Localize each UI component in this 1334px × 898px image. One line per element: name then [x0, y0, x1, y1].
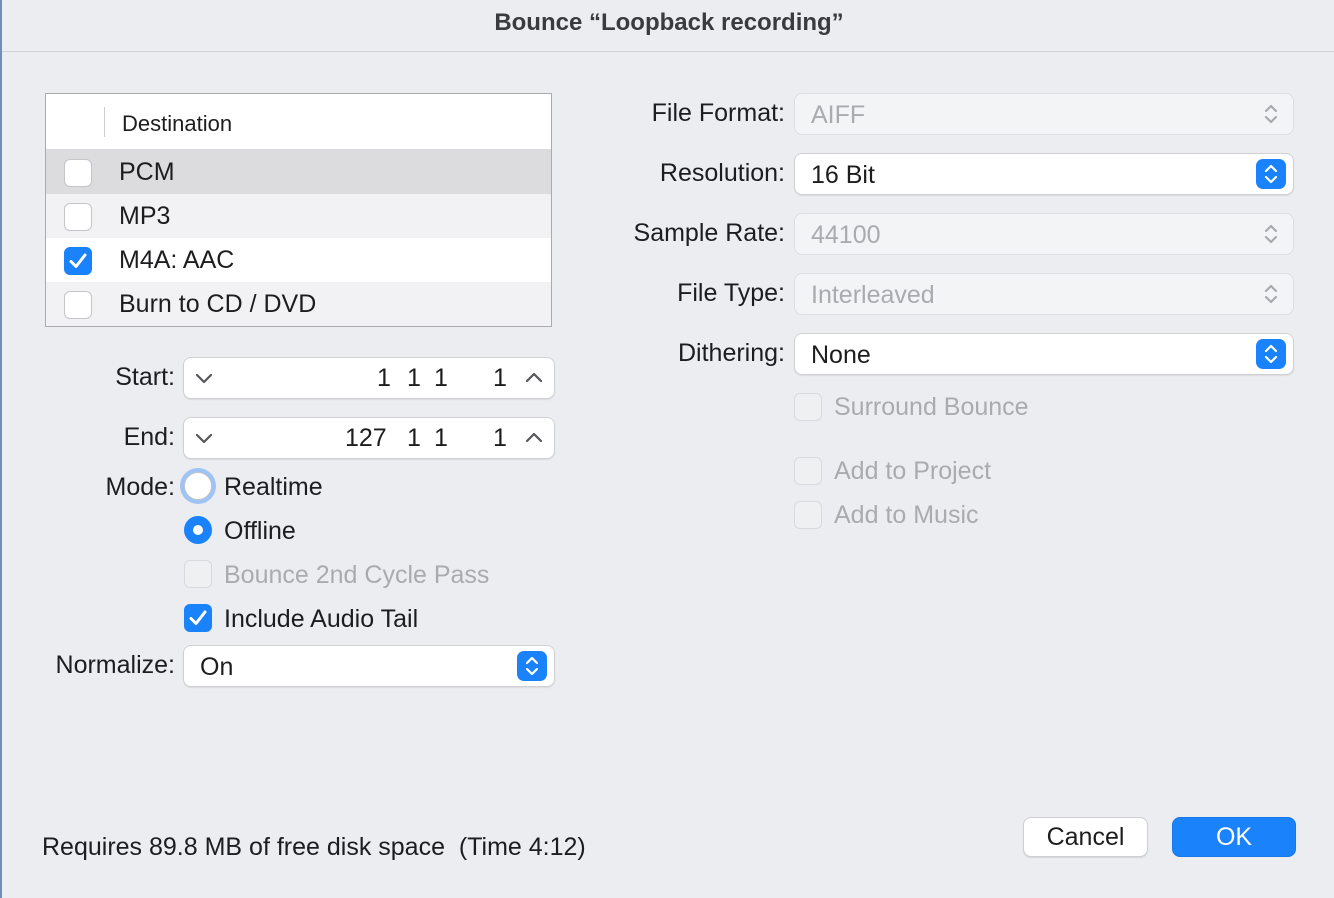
- popup-arrows-icon: [1256, 159, 1286, 189]
- end-label: End:: [123, 423, 175, 451]
- radio-dot: [193, 525, 203, 535]
- dithering-popup[interactable]: None: [794, 333, 1294, 375]
- start-beat[interactable]: 1: [407, 364, 421, 393]
- destination-row-mp3[interactable]: MP3: [46, 194, 551, 238]
- realtime-radio[interactable]: [184, 472, 212, 500]
- destination-row-pcm[interactable]: PCM: [46, 150, 551, 194]
- popup-arrows-icon: [1256, 339, 1286, 369]
- sample-rate-value: 44100: [811, 221, 881, 249]
- cancel-button[interactable]: Cancel: [1023, 817, 1148, 857]
- normalize-value: On: [200, 653, 234, 681]
- file-format-label: File Format:: [651, 99, 785, 127]
- pcm-checkbox[interactable]: [64, 159, 92, 187]
- file-type-value: Interleaved: [811, 281, 935, 309]
- start-bar[interactable]: 1: [377, 364, 391, 393]
- resolution-popup[interactable]: 16 Bit: [794, 153, 1294, 195]
- destination-row-burn[interactable]: Burn to CD / DVD: [46, 282, 551, 326]
- destination-table: Destination PCM MP3 M4A: AAC Burn to CD …: [45, 93, 552, 327]
- start-tick[interactable]: 1: [493, 364, 507, 393]
- dithering-value: None: [811, 341, 871, 369]
- dithering-label: Dithering:: [678, 339, 785, 367]
- include-audio-tail-checkbox[interactable]: [184, 604, 212, 632]
- end-beat[interactable]: 1: [407, 424, 421, 453]
- bounce-dialog: Bounce “Loopback recording” Destination …: [0, 0, 1334, 898]
- sample-rate-label: Sample Rate:: [633, 219, 785, 247]
- checkmark-icon: [189, 610, 207, 625]
- resolution-label: Resolution:: [659, 159, 785, 187]
- bounce-2nd-cycle-label[interactable]: Bounce 2nd Cycle Pass: [224, 561, 489, 590]
- popup-arrows-icon: [517, 651, 547, 681]
- popup-arrows-icon: [1256, 99, 1286, 129]
- checkmark-icon: [69, 253, 87, 268]
- file-format-popup[interactable]: AIFF: [794, 93, 1294, 135]
- end-tick[interactable]: 1: [493, 424, 507, 453]
- ok-button[interactable]: OK: [1172, 817, 1296, 857]
- destination-label: M4A: AAC: [119, 246, 235, 274]
- add-to-project-checkbox[interactable]: [794, 457, 822, 485]
- offline-radio[interactable]: [184, 516, 212, 544]
- end-position-field[interactable]: 127 1 1 1: [183, 417, 555, 459]
- chevron-up-icon[interactable]: [522, 366, 546, 390]
- destination-column-header[interactable]: Destination: [122, 111, 232, 137]
- resolution-value: 16 Bit: [811, 161, 875, 189]
- include-audio-tail-label[interactable]: Include Audio Tail: [224, 605, 418, 634]
- add-to-music-label[interactable]: Add to Music: [834, 501, 979, 530]
- realtime-label[interactable]: Realtime: [224, 473, 323, 502]
- title-bar: Bounce “Loopback recording”: [2, 0, 1334, 52]
- destination-table-header: Destination: [46, 94, 551, 150]
- destination-label: Burn to CD / DVD: [119, 290, 317, 318]
- popup-arrows-icon: [1256, 219, 1286, 249]
- end-bar[interactable]: 127: [345, 424, 387, 453]
- popup-arrows-icon: [1256, 279, 1286, 309]
- destination-label: PCM: [119, 158, 175, 186]
- window-title: Bounce “Loopback recording”: [494, 9, 844, 36]
- destination-row-m4a[interactable]: M4A: AAC: [46, 238, 551, 282]
- file-type-label: File Type:: [677, 279, 785, 307]
- file-type-popup[interactable]: Interleaved: [794, 273, 1294, 315]
- disk-space-info: Requires 89.8 MB of free disk space (Tim…: [42, 833, 586, 861]
- sample-rate-popup[interactable]: 44100: [794, 213, 1294, 255]
- normalize-label: Normalize:: [55, 651, 175, 679]
- surround-bounce-label[interactable]: Surround Bounce: [834, 393, 1029, 422]
- start-label: Start:: [115, 363, 175, 391]
- add-to-music-checkbox[interactable]: [794, 501, 822, 529]
- normalize-popup[interactable]: On: [183, 645, 555, 687]
- mode-label: Mode:: [105, 473, 175, 501]
- m4a-checkbox[interactable]: [64, 247, 92, 275]
- add-to-project-label[interactable]: Add to Project: [834, 457, 991, 486]
- end-division[interactable]: 1: [434, 424, 448, 453]
- offline-label[interactable]: Offline: [224, 517, 296, 546]
- chevron-down-icon[interactable]: [192, 366, 216, 390]
- chevron-up-icon[interactable]: [522, 426, 546, 450]
- bounce-2nd-cycle-checkbox[interactable]: [184, 560, 212, 588]
- mp3-checkbox[interactable]: [64, 203, 92, 231]
- start-position-field[interactable]: 1 1 1 1: [183, 357, 555, 399]
- destination-label: MP3: [119, 202, 171, 230]
- surround-bounce-checkbox[interactable]: [794, 393, 822, 421]
- column-divider: [104, 107, 105, 137]
- file-format-value: AIFF: [811, 101, 866, 129]
- burn-checkbox[interactable]: [64, 291, 92, 319]
- chevron-down-icon[interactable]: [192, 426, 216, 450]
- start-division[interactable]: 1: [434, 364, 448, 393]
